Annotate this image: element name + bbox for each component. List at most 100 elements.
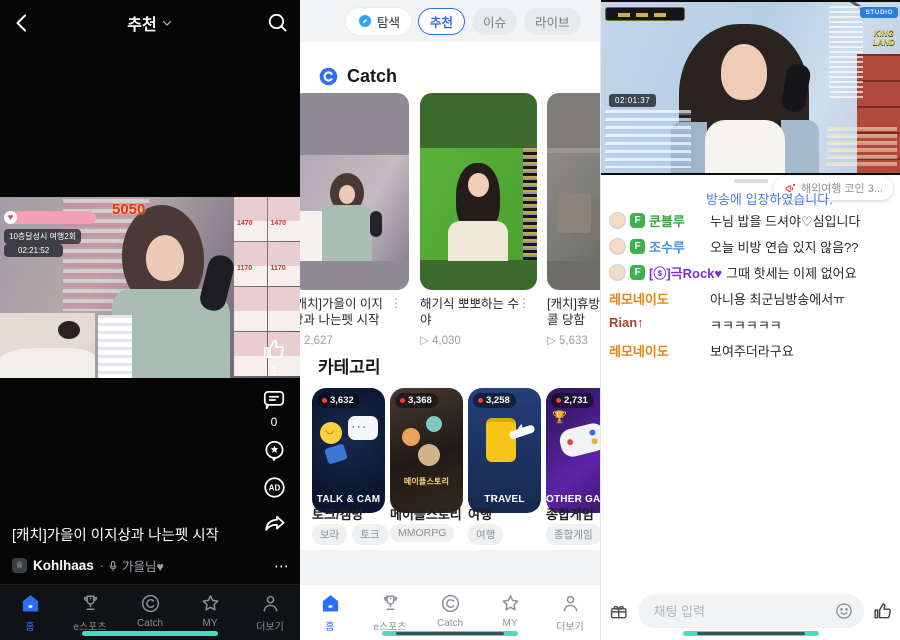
streamer-face bbox=[468, 173, 489, 197]
category-card-games[interactable]: 🏆 2,731 OTHER GAMES bbox=[546, 388, 600, 513]
back-button[interactable] bbox=[10, 11, 34, 35]
nav-label: 홈 bbox=[325, 618, 334, 633]
catch-section-title: Catch bbox=[347, 66, 397, 87]
chat-message[interactable]: 레모네이도 아니용 최군님방송에서ㅠ bbox=[601, 289, 900, 308]
channel-name: Kohlhaas bbox=[33, 558, 94, 573]
tag-pill[interactable]: 보라 bbox=[312, 524, 347, 545]
streamer-face bbox=[721, 44, 767, 100]
svg-text:AD: AD bbox=[268, 484, 280, 493]
ad-button[interactable]: AD bbox=[261, 474, 288, 501]
home-icon bbox=[319, 592, 342, 615]
tab-live[interactable]: 라이브 bbox=[524, 8, 581, 35]
nav-my[interactable]: MY bbox=[184, 592, 236, 629]
chat-username[interactable]: [ⓢ]극Rock♥ bbox=[649, 263, 722, 282]
nav-label: MY bbox=[503, 618, 518, 629]
section-divider-block bbox=[300, 550, 600, 584]
live-stream-panel: STUDIO KING LAND 02:01:37 해외여행 코인 3... 방… bbox=[600, 0, 900, 640]
chat-username[interactable]: 쿤블루 bbox=[649, 211, 685, 230]
more-options-button[interactable]: ⋮ bbox=[518, 296, 530, 310]
nav-home[interactable]: 홈 bbox=[304, 592, 356, 633]
fan-badge-icon: F bbox=[630, 239, 645, 254]
mic-icon bbox=[107, 560, 119, 572]
nav-esports[interactable]: e스포츠 bbox=[364, 592, 416, 633]
chat-username[interactable]: 레모네이도 bbox=[609, 289, 669, 308]
chat-message[interactable]: Rian↑ ㅋㅋㅋㅋㅋㅋ bbox=[601, 315, 900, 334]
thumbs-up-icon bbox=[261, 336, 287, 362]
chat-username[interactable]: Rian↑ bbox=[609, 315, 644, 330]
tag-pill[interactable]: 여행 bbox=[468, 524, 503, 545]
category-label[interactable]: 토크/캠방 bbox=[312, 504, 363, 523]
chat-message-list: F 쿤블루 누님 밥을 드셔야♡심입니다 F 조수루 오늘 비방 연습 있지 않… bbox=[601, 211, 900, 367]
stream-banner-overlay bbox=[605, 7, 685, 21]
catch-view-count: ▷ 2,627 bbox=[300, 333, 404, 347]
chat-user: F 쿤블루 bbox=[609, 211, 706, 230]
chat-username[interactable]: 레모네이도 bbox=[609, 341, 669, 360]
nav-my[interactable]: MY bbox=[484, 592, 536, 629]
viewer-count: 2,731 bbox=[564, 395, 588, 406]
home-indicator bbox=[82, 631, 218, 636]
catch-video-card[interactable] bbox=[547, 93, 600, 290]
drag-handle[interactable] bbox=[734, 179, 768, 183]
tab-recommended[interactable]: 추천 bbox=[418, 8, 465, 35]
tag-pill[interactable]: 토크 bbox=[352, 524, 387, 545]
like-button[interactable] bbox=[872, 599, 894, 623]
category-tags: 여행 bbox=[468, 524, 503, 545]
catch-video-card[interactable] bbox=[300, 93, 409, 290]
feed-mode-selector[interactable]: 추천 bbox=[127, 11, 172, 35]
category-art-text: 메이플스토리 bbox=[390, 476, 463, 487]
share-button[interactable] bbox=[261, 510, 288, 537]
nav-label: 더보기 bbox=[556, 618, 584, 633]
heart-icon: ♥ bbox=[4, 211, 17, 224]
nav-label: 홈 bbox=[25, 618, 34, 633]
trophy-icon bbox=[379, 592, 402, 615]
search-button[interactable] bbox=[265, 10, 290, 35]
chat-username[interactable]: 조수루 bbox=[649, 237, 685, 256]
sleeping-cam-inset bbox=[0, 313, 95, 378]
more-options-button[interactable]: ⋮ bbox=[390, 296, 402, 310]
streamer-body bbox=[448, 221, 508, 261]
catch-video-card[interactable] bbox=[420, 93, 537, 290]
nav-catch[interactable]: Catch bbox=[124, 592, 176, 629]
like-button[interactable]: 1 bbox=[261, 336, 287, 378]
tab-explore[interactable]: 탐색 bbox=[346, 8, 411, 35]
nav-more[interactable]: 더보기 bbox=[544, 592, 596, 633]
star-balloon-button[interactable] bbox=[261, 438, 288, 465]
home-icon bbox=[19, 592, 42, 615]
category-label[interactable]: 메이플스토리 bbox=[390, 504, 462, 523]
more-options-button[interactable]: ⋯ bbox=[274, 557, 290, 575]
chat-user: F [ⓢ]극Rock♥ bbox=[609, 263, 722, 282]
category-card-travel[interactable]: 3,258 TRAVEL bbox=[468, 388, 541, 513]
top-tabs: 탐색 추천 이슈 라이브 bbox=[300, 0, 600, 42]
category-label[interactable]: 여행 bbox=[468, 504, 492, 523]
studio-badge: STUDIO bbox=[860, 7, 898, 18]
channel-row[interactable]: ♕ Kohlhaas · 가을님♥ ⋯ bbox=[12, 556, 290, 575]
category-card-maplestory[interactable]: 3,368 메이플스토리 bbox=[390, 388, 463, 513]
live-video-player[interactable]: STUDIO KING LAND 02:01:37 bbox=[601, 0, 900, 175]
nav-home[interactable]: 홈 bbox=[4, 592, 56, 633]
nav-esports[interactable]: e스포츠 bbox=[64, 592, 116, 633]
nav-more[interactable]: 더보기 bbox=[244, 592, 296, 633]
gift-button[interactable] bbox=[608, 599, 630, 623]
chat-text: ㅋㅋㅋㅋㅋㅋ bbox=[706, 315, 892, 334]
tag-pill[interactable]: 종합게임 bbox=[546, 524, 600, 545]
comment-button[interactable]: 0 bbox=[261, 387, 287, 429]
chat-input[interactable] bbox=[638, 594, 864, 628]
tab-issue[interactable]: 이슈 bbox=[472, 8, 517, 35]
sleeping-person bbox=[58, 321, 80, 339]
streamer-face bbox=[339, 185, 355, 204]
chat-message[interactable]: F 조수루 오늘 비방 연습 있지 않음?? bbox=[601, 237, 900, 256]
category-label[interactable]: 종합게임 bbox=[546, 504, 594, 523]
mission-badge: 10층달성시 여행2회 bbox=[4, 229, 81, 244]
mission-list-overlay bbox=[827, 127, 897, 167]
nav-label: Catch bbox=[137, 618, 163, 629]
chat-message[interactable]: 레모네이도 보여주더라구요 bbox=[601, 341, 900, 360]
category-card-talk[interactable]: 3,632 TALK & CAM bbox=[312, 388, 385, 513]
nav-catch[interactable]: Catch bbox=[424, 592, 476, 629]
emoji-button[interactable] bbox=[834, 601, 854, 621]
chat-message[interactable]: F [ⓢ]극Rock♥ 그때 핫세는 이제 없어요 bbox=[601, 263, 900, 282]
tag-pill[interactable]: MMORPG bbox=[390, 524, 454, 542]
host-info: · 가을님♥ bbox=[100, 556, 164, 575]
chat-message[interactable]: F 쿤블루 누님 밥을 드셔야♡심입니다 bbox=[601, 211, 900, 230]
chat-user: Rian↑ bbox=[609, 315, 706, 330]
chat-input-wrap bbox=[638, 594, 864, 628]
